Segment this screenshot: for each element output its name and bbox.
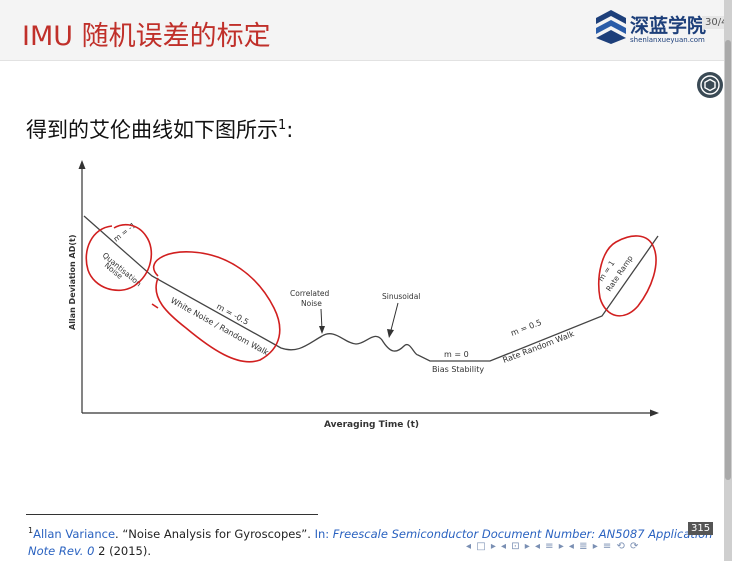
title-bar: IMU 随机误差的标定 深蓝学院 shenlanxueyuan.com (0, 0, 724, 61)
footnote-in: In: (314, 526, 333, 541)
label-m-0: m = 0 (444, 350, 469, 359)
y-axis-label: Allan Deviation AD(t) (68, 235, 77, 331)
page-counter-bottom: 315 (688, 522, 714, 535)
sinusoidal-arrowhead (387, 329, 394, 338)
slide-title: IMU 随机误差的标定 (22, 21, 271, 52)
label-m-05: m = 0.5 (509, 318, 542, 338)
label-bias-stability: Bias Stability (432, 365, 484, 374)
footnote-publication-2: Note Rev. 0 (28, 543, 95, 558)
correlated-arrowhead (319, 326, 325, 334)
scrollbar-thumb[interactable] (725, 40, 731, 480)
footnote-publication: Freescale Semiconductor Document Number:… (332, 526, 713, 541)
logo-icon (596, 10, 626, 44)
sinusoidal-pointer (389, 302, 399, 335)
outline-button-icon[interactable] (697, 72, 723, 98)
logo-name: 深蓝学院 (630, 15, 707, 37)
footnote-rule (26, 514, 318, 515)
label-correlated-noise: Noise (301, 299, 322, 308)
x-axis-arrow (650, 409, 659, 417)
logo-url: shenlanxueyuan.com (630, 36, 705, 44)
x-axis-label: Averaging Time (t) (324, 420, 419, 430)
y-axis-arrow (78, 160, 86, 169)
footnote-year: 2 (2015). (94, 543, 151, 558)
heading-text: 得到的艾伦曲线如下图所示 (26, 118, 278, 142)
allan-deviation-figure: Allan Deviation AD(t) Averaging Time (t)… (68, 160, 659, 430)
heading-footnote-ref: 1 (278, 118, 287, 133)
label-sinusoidal: Sinusoidal (382, 292, 420, 301)
allan-curve (83, 215, 659, 362)
logo: 深蓝学院 shenlanxueyuan.com (596, 8, 716, 50)
slide-heading: 得到的艾伦曲线如下图所示1: (26, 118, 294, 142)
label-correlated: Correlated (290, 289, 330, 298)
slide: IMU 随机误差的标定 深蓝学院 shenlanxueyuan.com 得到的艾… (0, 0, 724, 561)
footnote-text: . “Noise Analysis for Gyroscopes”. (115, 526, 315, 541)
beamer-nav-bar[interactable]: ◂ □ ▸ ◂ ⊡ ▸ ◂ ≡ ▸ ◂ ≣ ▸ ≡ ⟲ ⟳ (466, 541, 639, 555)
footnote-link[interactable]: Allan Variance (33, 527, 115, 541)
